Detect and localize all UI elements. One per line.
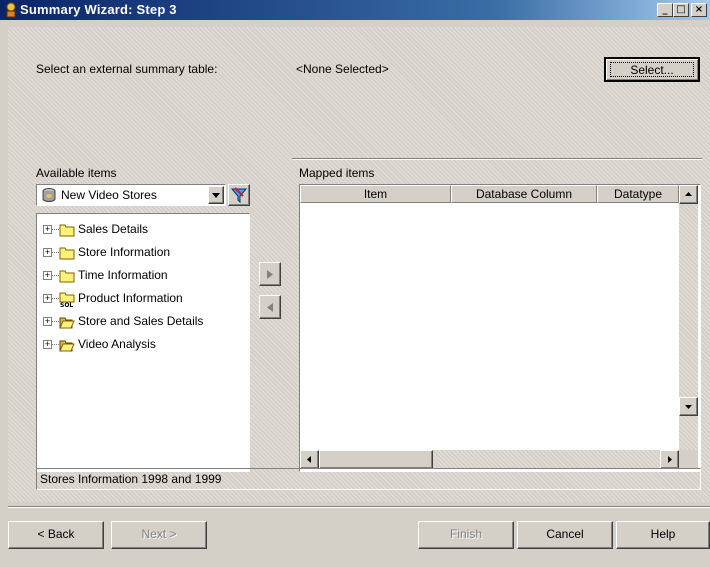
arrow-left-icon [267, 303, 273, 312]
status-box: Stores Information 1998 and 1999 [36, 468, 701, 490]
open-folder-icon [59, 340, 75, 352]
close-button[interactable]: × [691, 3, 707, 17]
expand-icon[interactable]: + [43, 317, 52, 326]
window-title: Summary Wizard: Step 3 [20, 2, 177, 17]
mapped-items-label: Mapped items [299, 166, 375, 180]
summary-wizard-window: Summary Wizard: Step 3 _ □ × Select an e… [0, 0, 710, 567]
expand-icon[interactable]: + [43, 271, 52, 280]
scroll-up-button[interactable] [679, 185, 698, 204]
help-button[interactable]: Help [616, 521, 710, 549]
external-table-value: <None Selected> [296, 62, 389, 76]
select-button[interactable]: Select... [604, 57, 700, 82]
column-header-datatype[interactable]: Datatype [597, 185, 679, 203]
filter-icon [231, 187, 247, 203]
expand-icon[interactable]: + [43, 225, 52, 234]
separator-line [292, 158, 702, 160]
available-items-tree[interactable]: + Sales Details + Store Information + Ti… [36, 213, 250, 472]
chevron-up-icon [685, 192, 692, 196]
column-header-database-column[interactable]: Database Column [451, 185, 597, 203]
chevron-down-icon [212, 193, 220, 198]
open-folder-icon [59, 317, 75, 329]
folder-icon [59, 224, 75, 237]
back-button[interactable]: < Back [8, 521, 104, 549]
scroll-left-button[interactable] [300, 450, 319, 469]
filter-button[interactable] [228, 184, 250, 206]
data-source-dropdown[interactable]: New Video Stores [36, 184, 226, 206]
dropdown-arrow-button[interactable] [208, 186, 224, 204]
title-bar[interactable]: Summary Wizard: Step 3 _ □ × [0, 0, 710, 20]
add-item-button[interactable] [259, 262, 281, 286]
maximize-button[interactable]: □ [673, 3, 689, 17]
column-header-item[interactable]: Item [300, 185, 451, 203]
wizard-panel: Select an external summary table: <None … [8, 27, 710, 502]
mapped-items-table[interactable]: Item Database Column Datatype [299, 184, 701, 472]
finish-button[interactable]: Finish [418, 521, 514, 549]
folder-icon [59, 270, 75, 283]
available-items-label: Available items [36, 166, 117, 180]
scroll-down-button[interactable] [679, 397, 698, 416]
next-button[interactable]: Next > [111, 521, 207, 549]
scroll-thumb[interactable] [319, 450, 433, 469]
sql-folder-icon: SQL [59, 292, 75, 307]
vertical-scrollbar[interactable] [679, 185, 698, 450]
expand-icon[interactable]: + [43, 294, 52, 303]
wizard-icon [6, 2, 16, 18]
folder-icon [59, 247, 75, 260]
external-table-label: Select an external summary table: [36, 62, 218, 76]
minimize-button[interactable]: _ [657, 3, 673, 17]
chevron-right-icon [668, 456, 672, 463]
arrow-right-icon [267, 270, 273, 279]
expand-icon[interactable]: + [43, 340, 52, 349]
remove-item-button[interactable] [259, 295, 281, 319]
chevron-down-icon [685, 405, 692, 409]
chevron-left-icon [307, 456, 311, 463]
cancel-button[interactable]: Cancel [517, 521, 613, 549]
data-source-value: New Video Stores [61, 188, 157, 202]
select-button-label: Select... [610, 62, 694, 77]
expand-icon[interactable]: + [43, 248, 52, 257]
database-icon [42, 188, 56, 202]
horizontal-scrollbar[interactable] [300, 450, 679, 469]
status-text: Stores Information 1998 and 1999 [40, 472, 222, 486]
scroll-right-button[interactable] [660, 450, 679, 469]
svg-text:SQL: SQL [60, 302, 73, 307]
bottom-separator [8, 506, 710, 508]
scrollbar-corner [679, 450, 698, 469]
